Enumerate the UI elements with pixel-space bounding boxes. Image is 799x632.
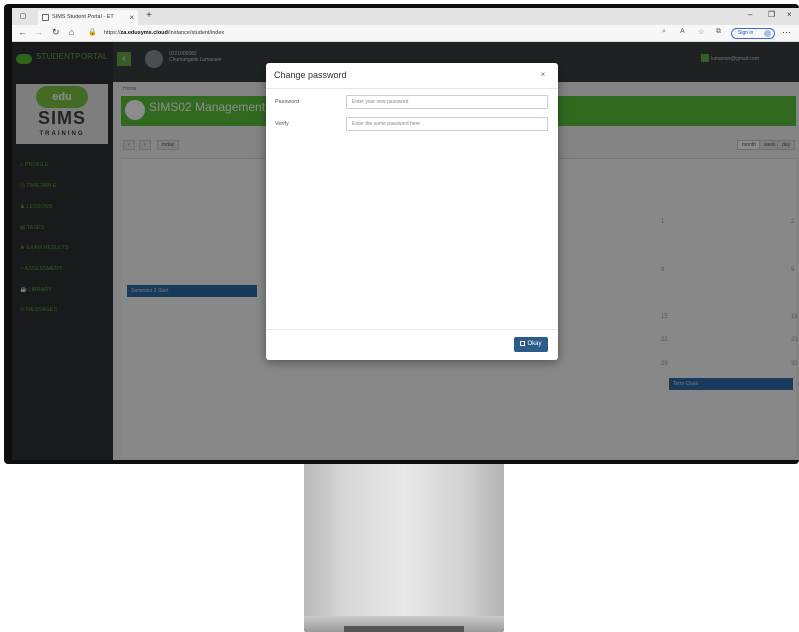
change-password-dialog: Change password × Password Verify Okay (266, 63, 558, 360)
minimize-icon[interactable]: – (748, 10, 752, 19)
close-icon[interactable]: × (536, 69, 550, 81)
sign-in-label: Sign in (738, 30, 754, 36)
photo-scene: ▢ SIMS Student Portal - ET × + – ❐ × ← →… (0, 0, 799, 632)
password-label: Password (275, 99, 300, 105)
monitor-stand (304, 464, 504, 616)
password-input[interactable] (346, 95, 548, 109)
browser-tab-bar: ▢ SIMS Student Portal - ET × + – ❐ × (12, 8, 799, 25)
dialog-title: Change password (274, 70, 347, 80)
save-disk-icon (520, 341, 526, 346)
home-icon[interactable]: ⌂ (69, 27, 74, 37)
browser-tab[interactable]: SIMS Student Portal - ET × (38, 10, 138, 25)
okay-button-label: Okay (527, 341, 542, 347)
page-icon (42, 14, 49, 21)
verify-label: Verify (275, 121, 289, 127)
new-tab-icon[interactable]: + (142, 9, 156, 23)
stand-foot (344, 626, 464, 632)
back-arrow-icon[interactable]: ← (18, 27, 27, 37)
monitor-stand-base (304, 616, 504, 632)
url-host: za.edusyms.cloud (120, 30, 168, 36)
okay-button[interactable]: Okay (514, 337, 548, 352)
lock-icon: 🔒 (88, 29, 97, 36)
read-aloud-icon[interactable]: A (680, 28, 685, 35)
sign-in-button[interactable]: Sign in (731, 28, 775, 39)
tab-title: SIMS Student Portal - ET (52, 14, 114, 20)
dialog-header-divider (266, 88, 558, 89)
close-tab-icon[interactable]: × (129, 10, 134, 25)
url-field[interactable]: https://za.edusyms.cloud/instance/studen… (104, 28, 654, 39)
window-menu-icon[interactable]: ▢ (17, 11, 29, 22)
url-path: /instance/student/index (167, 30, 225, 36)
screen: ▢ SIMS Student Portal - ET × + – ❐ × ← →… (12, 8, 799, 460)
more-menu-icon[interactable]: ⋯ (782, 27, 791, 38)
restore-icon[interactable]: ❐ (768, 10, 775, 19)
browser-address-bar: ← → ↻ ⌂ 🔒 https://za.edusyms.cloud/insta… (12, 25, 799, 42)
favorite-star-icon[interactable]: ☆ (698, 28, 704, 36)
close-window-icon[interactable]: × (787, 10, 792, 19)
verify-password-input[interactable] (346, 117, 548, 131)
monitor: ▢ SIMS Student Portal - ET × + – ❐ × ← →… (4, 4, 799, 464)
zoom-icon[interactable]: ⌕ (662, 28, 666, 36)
refresh-icon[interactable]: ↻ (52, 27, 60, 38)
profile-avatar-icon (764, 30, 771, 37)
dialog-footer-divider (266, 329, 558, 330)
forward-arrow-icon[interactable]: → (34, 27, 43, 37)
collections-icon[interactable]: ⧉ (716, 28, 721, 36)
